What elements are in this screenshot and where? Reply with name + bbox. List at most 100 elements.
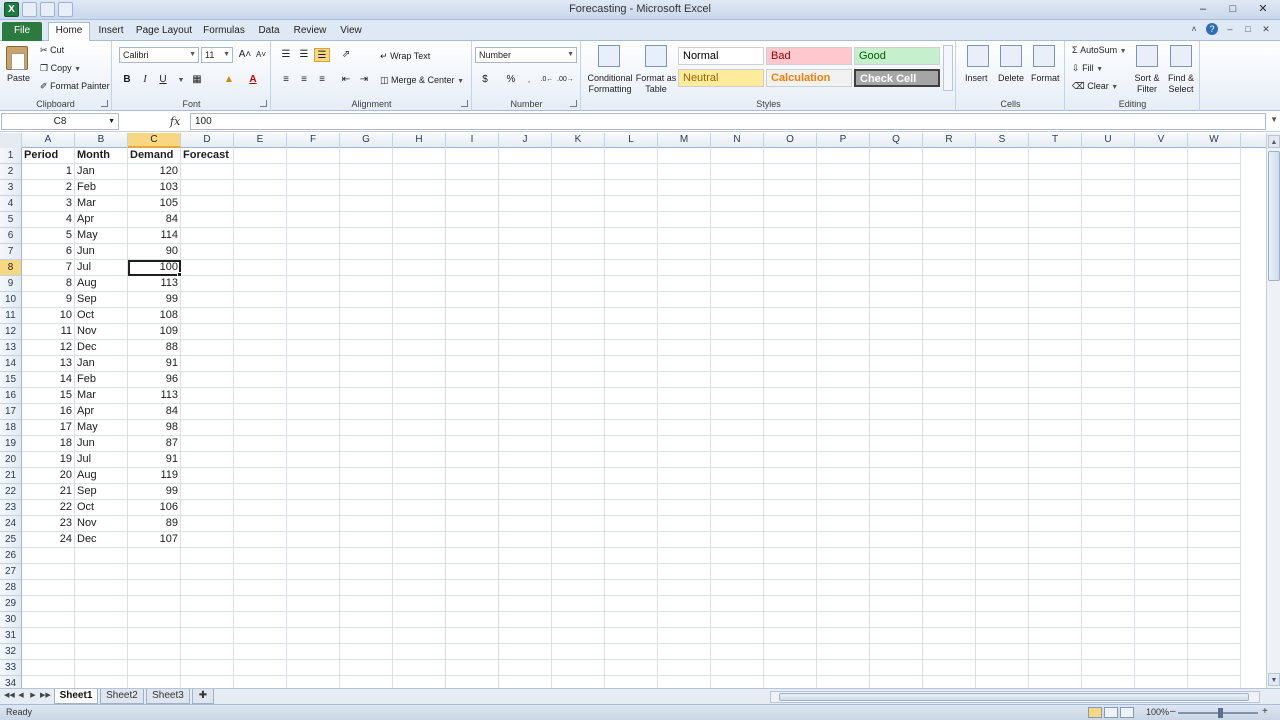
cell-p25[interactable] xyxy=(817,532,870,548)
cell-j7[interactable] xyxy=(499,244,552,260)
cell-j30[interactable] xyxy=(499,612,552,628)
cell-q21[interactable] xyxy=(870,468,923,484)
cell-a16[interactable]: 15 xyxy=(22,388,75,404)
cell-p22[interactable] xyxy=(817,484,870,500)
cell-b24[interactable]: Nov xyxy=(75,516,128,532)
cell-v6[interactable] xyxy=(1135,228,1188,244)
cell-u19[interactable] xyxy=(1082,436,1135,452)
cell-w24[interactable] xyxy=(1188,516,1241,532)
cell-h27[interactable] xyxy=(393,564,446,580)
cell-t5[interactable] xyxy=(1029,212,1082,228)
cell-u25[interactable] xyxy=(1082,532,1135,548)
cell-e6[interactable] xyxy=(234,228,287,244)
cell-v22[interactable] xyxy=(1135,484,1188,500)
cell-w34[interactable] xyxy=(1188,676,1241,688)
font-color-icon[interactable]: A xyxy=(245,73,261,87)
cell-w16[interactable] xyxy=(1188,388,1241,404)
cell-m16[interactable] xyxy=(658,388,711,404)
row-header[interactable]: 17 xyxy=(0,404,22,420)
cell-l31[interactable] xyxy=(605,628,658,644)
cell-p31[interactable] xyxy=(817,628,870,644)
cell-m6[interactable] xyxy=(658,228,711,244)
column-header-q[interactable]: Q xyxy=(870,133,923,148)
cell-b19[interactable]: Jun xyxy=(75,436,128,452)
cell-n28[interactable] xyxy=(711,580,764,596)
row-header[interactable]: 8 xyxy=(0,260,22,276)
sheet-tab-sheet3[interactable]: Sheet3 xyxy=(146,689,190,704)
cell-h15[interactable] xyxy=(393,372,446,388)
cell-k23[interactable] xyxy=(552,500,605,516)
wrap-text-button[interactable]: ↵ Wrap Text xyxy=(380,51,430,62)
cell-n27[interactable] xyxy=(711,564,764,580)
cell-r26[interactable] xyxy=(923,548,976,564)
cell-k21[interactable] xyxy=(552,468,605,484)
cell-k26[interactable] xyxy=(552,548,605,564)
increase-indent-icon[interactable]: ⇥ xyxy=(356,73,372,87)
conditional-formatting-icon[interactable] xyxy=(598,45,620,67)
cell-d19[interactable] xyxy=(181,436,234,452)
cell-e32[interactable] xyxy=(234,644,287,660)
cell-e10[interactable] xyxy=(234,292,287,308)
cell-k31[interactable] xyxy=(552,628,605,644)
cell-w12[interactable] xyxy=(1188,324,1241,340)
cell-c3[interactable]: 103 xyxy=(128,180,181,196)
column-header-t[interactable]: T xyxy=(1029,133,1082,148)
cell-t23[interactable] xyxy=(1029,500,1082,516)
cell-w30[interactable] xyxy=(1188,612,1241,628)
cell-a27[interactable] xyxy=(22,564,75,580)
comma-style-icon[interactable]: , xyxy=(521,73,537,87)
cell-e22[interactable] xyxy=(234,484,287,500)
cell-c11[interactable]: 108 xyxy=(128,308,181,324)
cell-p14[interactable] xyxy=(817,356,870,372)
cell-l20[interactable] xyxy=(605,452,658,468)
cell-f26[interactable] xyxy=(287,548,340,564)
cell-q15[interactable] xyxy=(870,372,923,388)
cell-i29[interactable] xyxy=(446,596,499,612)
row-header[interactable]: 26 xyxy=(0,548,22,564)
cell-d23[interactable] xyxy=(181,500,234,516)
cell-t16[interactable] xyxy=(1029,388,1082,404)
cell-i32[interactable] xyxy=(446,644,499,660)
cell-m11[interactable] xyxy=(658,308,711,324)
cell-v9[interactable] xyxy=(1135,276,1188,292)
cell-w17[interactable] xyxy=(1188,404,1241,420)
cell-b27[interactable] xyxy=(75,564,128,580)
cell-p4[interactable] xyxy=(817,196,870,212)
row-header[interactable]: 24 xyxy=(0,516,22,532)
cell-c31[interactable] xyxy=(128,628,181,644)
cell-h16[interactable] xyxy=(393,388,446,404)
minimize-icon[interactable]: – xyxy=(1190,1,1216,17)
cell-u31[interactable] xyxy=(1082,628,1135,644)
cell-q30[interactable] xyxy=(870,612,923,628)
cell-d27[interactable] xyxy=(181,564,234,580)
cell-f15[interactable] xyxy=(287,372,340,388)
cell-p13[interactable] xyxy=(817,340,870,356)
cell-a12[interactable]: 11 xyxy=(22,324,75,340)
cell-k15[interactable] xyxy=(552,372,605,388)
cell-s29[interactable] xyxy=(976,596,1029,612)
cell-v26[interactable] xyxy=(1135,548,1188,564)
cell-o30[interactable] xyxy=(764,612,817,628)
worksheet-grid[interactable]: ABCDEFGHIJKLMNOPQRSTUVW 1 Period Month Dema… xyxy=(0,133,1266,688)
cell-b32[interactable] xyxy=(75,644,128,660)
cell-e15[interactable] xyxy=(234,372,287,388)
cell-d13[interactable] xyxy=(181,340,234,356)
cell-g15[interactable] xyxy=(340,372,393,388)
cell-n31[interactable] xyxy=(711,628,764,644)
cell-l21[interactable] xyxy=(605,468,658,484)
cell-v33[interactable] xyxy=(1135,660,1188,676)
fill-color-icon[interactable]: ▲ xyxy=(221,73,237,87)
cell-p6[interactable] xyxy=(817,228,870,244)
insert-sheet-icon[interactable]: ✚ xyxy=(192,689,214,704)
cell-g5[interactable] xyxy=(340,212,393,228)
cell-g19[interactable] xyxy=(340,436,393,452)
cell-l30[interactable] xyxy=(605,612,658,628)
cell-l17[interactable] xyxy=(605,404,658,420)
cell-j29[interactable] xyxy=(499,596,552,612)
cell-o26[interactable] xyxy=(764,548,817,564)
cell-l2[interactable] xyxy=(605,164,658,180)
cell-g2[interactable] xyxy=(340,164,393,180)
cell-n24[interactable] xyxy=(711,516,764,532)
cell-h13[interactable] xyxy=(393,340,446,356)
cell-d34[interactable] xyxy=(181,676,234,688)
